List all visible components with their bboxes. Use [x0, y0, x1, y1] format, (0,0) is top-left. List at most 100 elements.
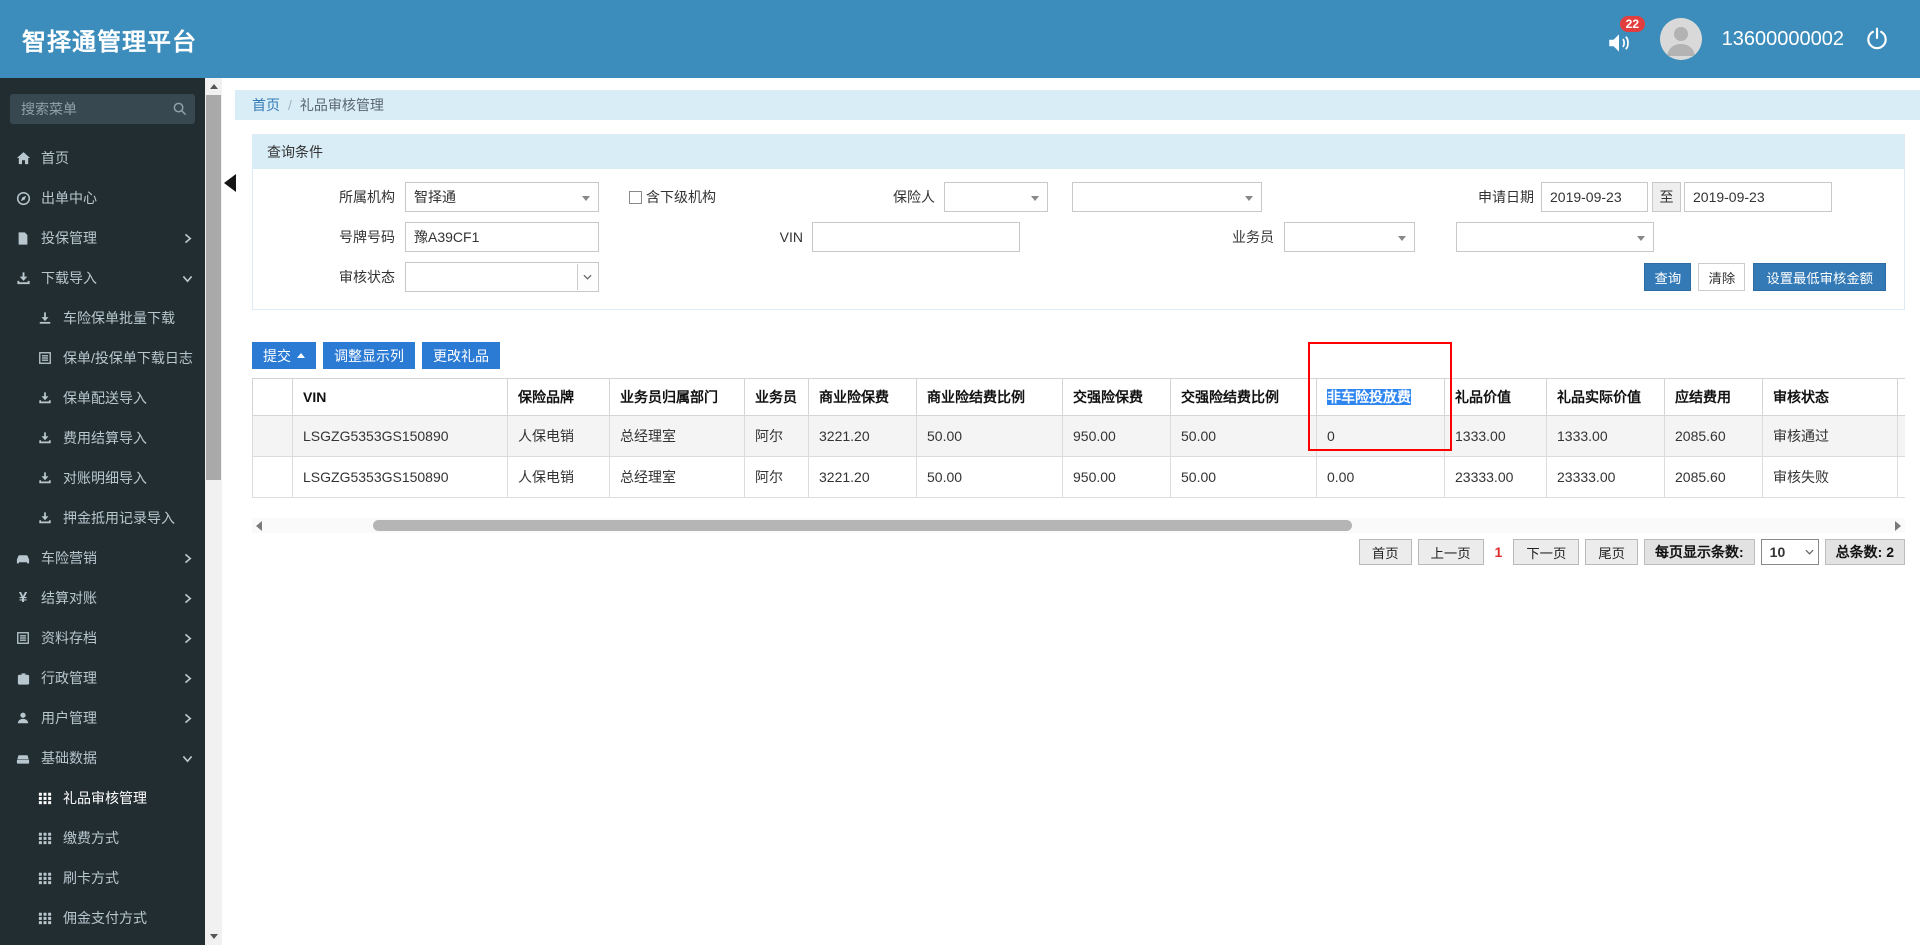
sidebar-item-base-data[interactable]: 基础数据 [0, 738, 205, 778]
table-header-cell[interactable]: 交强险保费 [1062, 378, 1171, 416]
table-header-cell-highlighted[interactable]: 非车险投放费 [1316, 378, 1445, 416]
date-from-input[interactable]: 2019-09-23 [1541, 182, 1648, 212]
salesman-select-1[interactable] [1284, 222, 1415, 252]
query-panel: 查询条件 所属机构 智择通 含下级机构 保险人 申请日期 2019-09-23 [252, 134, 1905, 310]
search-icon[interactable] [172, 101, 187, 116]
table-cell: 23333.00 [1444, 456, 1547, 498]
table-cell: 23333.00 [1546, 456, 1665, 498]
clear-button[interactable]: 清除 [1698, 263, 1746, 291]
table-row[interactable]: LSGZG5353GS150890 人保电销 总经理室 阿尔 3221.20 5… [252, 415, 1905, 457]
sidebar-item-deposit-import[interactable]: 押金抵用记录导入 [0, 498, 205, 538]
header-right: 22 13600000002 [1606, 16, 1920, 60]
table-header-cell[interactable]: VIN [292, 378, 508, 416]
username[interactable]: 13600000002 [1722, 28, 1844, 51]
data-table: VIN 保险品牌 业务员归属部门 业务员 商业险保费 商业险结费比例 交强险保费… [252, 378, 1905, 498]
table-header-cell[interactable]: 业务员 [744, 378, 809, 416]
scroll-right-icon[interactable] [1891, 520, 1905, 531]
breadcrumb-current: 礼品审核管理 [299, 97, 384, 113]
horizontal-scrollbar[interactable] [252, 518, 1905, 533]
scroll-down-icon[interactable] [205, 928, 222, 945]
table-header-cell[interactable]: 礼品实际价值 [1546, 378, 1665, 416]
table-header-cell[interactable]: 交强险结费比例 [1170, 378, 1317, 416]
search-input[interactable] [10, 94, 195, 124]
panel-collapse-arrow-icon[interactable] [224, 174, 236, 192]
user-icon [14, 711, 32, 725]
sidebar-item-issue-center[interactable]: 出单中心 [0, 178, 205, 218]
sidebar-item-home[interactable]: 首页 [0, 138, 205, 178]
sidebar-item-download-log[interactable]: 保单/投保单下载日志 [0, 338, 205, 378]
sidebar-item-gift-audit[interactable]: 礼品审核管理 [0, 778, 205, 818]
table-header-cell[interactable]: 审核状态 [1762, 378, 1898, 416]
table-cell: 1333.00 [1546, 415, 1665, 457]
set-min-audit-amount-button[interactable]: 设置最低审核金额 [1753, 263, 1886, 291]
table-header-cell[interactable]: 业务员归属部门 [609, 378, 745, 416]
table-cell: 0.00 [1316, 456, 1445, 498]
sidebar-item-archives[interactable]: 资料存档 [0, 618, 205, 658]
notification-button[interactable]: 22 [1606, 16, 1645, 56]
hdd-icon [14, 751, 32, 766]
sidebar-item-fee-settlement-import[interactable]: 费用结算导入 [0, 418, 205, 458]
table-header-cell[interactable]: 礼品价值 [1444, 378, 1547, 416]
adjust-columns-button[interactable]: 调整显示列 [323, 342, 415, 369]
logout-button[interactable] [1864, 26, 1890, 52]
sidebar-item-payment-method[interactable]: 缴费方式 [0, 818, 205, 858]
first-page-button[interactable]: 首页 [1358, 539, 1412, 565]
table-header-cell[interactable]: 审核意见 [1897, 378, 1905, 416]
breadcrumb-home-link[interactable]: 首页 [252, 95, 280, 115]
query-button[interactable]: 查询 [1644, 263, 1692, 291]
table-zone: 提交 调整显示列 更改礼品 VIN 保险品牌 业务员归属部门 业务员 商业险保费… [252, 342, 1905, 498]
sidebar-item-admin-mgmt[interactable]: 行政管理 [0, 658, 205, 698]
sidebar-item-reconciliation-import[interactable]: 对账明细导入 [0, 458, 205, 498]
select-chevron-icon[interactable] [577, 264, 597, 290]
row-selector-cell[interactable] [252, 415, 293, 457]
date-to-input[interactable]: 2019-09-23 [1684, 182, 1832, 212]
horizontal-scrollbar-thumb[interactable] [373, 520, 1352, 531]
change-gift-button[interactable]: 更改礼品 [422, 342, 500, 369]
sidebar-item-download-import[interactable]: 下载导入 [0, 258, 205, 298]
scroll-left-icon[interactable] [252, 520, 266, 531]
sidebar-item-delivery-import[interactable]: 保单配送导入 [0, 378, 205, 418]
scroll-up-icon[interactable] [205, 78, 222, 95]
salesman-select-2[interactable] [1456, 222, 1654, 252]
sidebar-item-settlement[interactable]: ¥ 结算对账 [0, 578, 205, 618]
sidebar-item-insurance-mgmt[interactable]: 投保管理 [0, 218, 205, 258]
grid-icon [36, 911, 54, 925]
last-page-button[interactable]: 尾页 [1585, 539, 1638, 565]
sidebar-scrollbar[interactable] [205, 78, 222, 945]
sidebar-scrollbar-thumb[interactable] [206, 95, 221, 480]
include-sub-org-label: 含下级机构 [646, 189, 716, 205]
current-page-number: 1 [1494, 544, 1503, 560]
sidebar-item-card-method[interactable]: 刷卡方式 [0, 858, 205, 898]
include-sub-org-checkbox-group[interactable]: 含下级机构 [629, 187, 716, 207]
prev-page-button[interactable]: 上一页 [1417, 539, 1484, 565]
row-selector-cell[interactable] [252, 456, 293, 498]
org-select[interactable]: 智择通 [405, 182, 599, 212]
submit-button[interactable]: 提交 [252, 342, 316, 369]
sidebar-item-car-marketing[interactable]: 车险营销 [0, 538, 205, 578]
table-header-cell[interactable]: 应结费用 [1664, 378, 1763, 416]
sidebar-item-marketing-fail-reason[interactable]: 营销失败原因 [0, 938, 205, 945]
checkbox[interactable] [629, 190, 642, 204]
insurer-select-1[interactable] [944, 182, 1048, 212]
insurer-select-2[interactable] [1072, 182, 1262, 212]
avatar[interactable] [1659, 18, 1702, 60]
horizontal-scrollbar-track[interactable] [266, 520, 1891, 531]
plate-input[interactable]: 豫A39CF1 [405, 222, 599, 252]
table-row[interactable]: LSGZG5353GS150890 人保电销 总经理室 阿尔 3221.20 5… [252, 456, 1905, 498]
chevron-down-icon [182, 753, 193, 764]
sidebar-item-batch-policy-download[interactable]: 车险保单批量下载 [0, 298, 205, 338]
next-page-button[interactable]: 下一页 [1513, 539, 1580, 565]
grid-icon [36, 871, 54, 885]
vin-input[interactable] [812, 222, 1020, 252]
table-cell: LSGZG5353GS150890 [292, 456, 508, 498]
table-header-cell[interactable]: 商业险保费 [808, 378, 917, 416]
table-header-cell[interactable]: 商业险结费比例 [916, 378, 1063, 416]
chevron-down-icon [182, 273, 193, 284]
sidebar-item-user-mgmt[interactable]: 用户管理 [0, 698, 205, 738]
table-header-cell[interactable]: 保险品牌 [507, 378, 610, 416]
page-size-select[interactable]: 10 [1760, 539, 1819, 565]
sidebar-item-commission-method[interactable]: 佣金支付方式 [0, 898, 205, 938]
audit-status-select[interactable] [405, 262, 599, 292]
main-content: 首页 / 礼品审核管理 查询条件 所属机构 智择通 含下级机构 保险人 申请日期… [222, 78, 1920, 945]
data-table-wrapper: VIN 保险品牌 业务员归属部门 业务员 商业险保费 商业险结费比例 交强险保费… [252, 378, 1905, 498]
